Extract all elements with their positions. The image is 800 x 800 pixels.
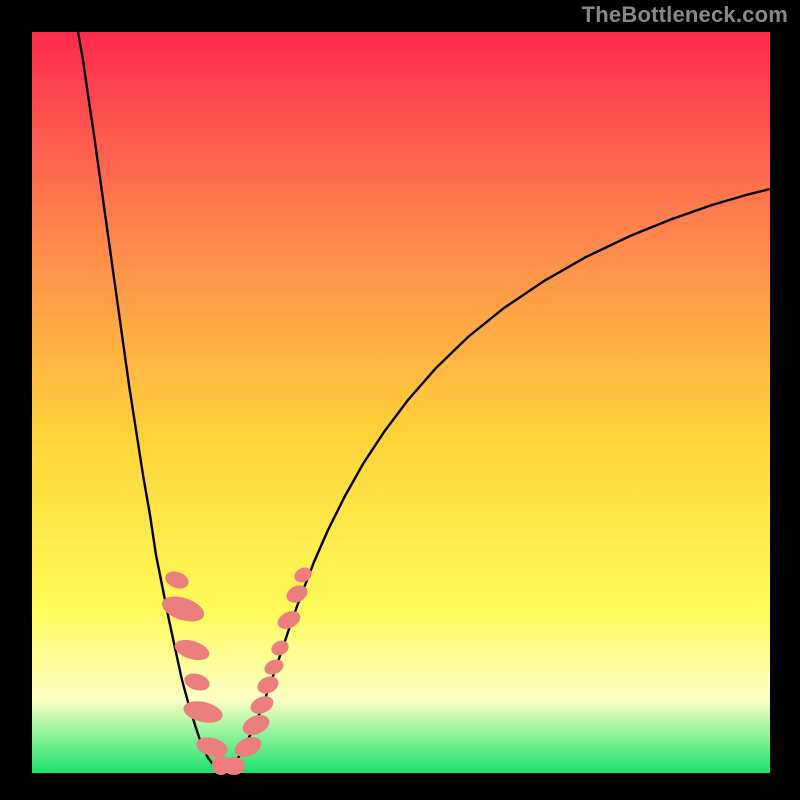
curve-marker [223, 757, 245, 775]
bottleneck-chart [0, 0, 800, 800]
chart-plot-area [32, 32, 770, 773]
watermark-text: TheBottleneck.com [582, 2, 788, 28]
